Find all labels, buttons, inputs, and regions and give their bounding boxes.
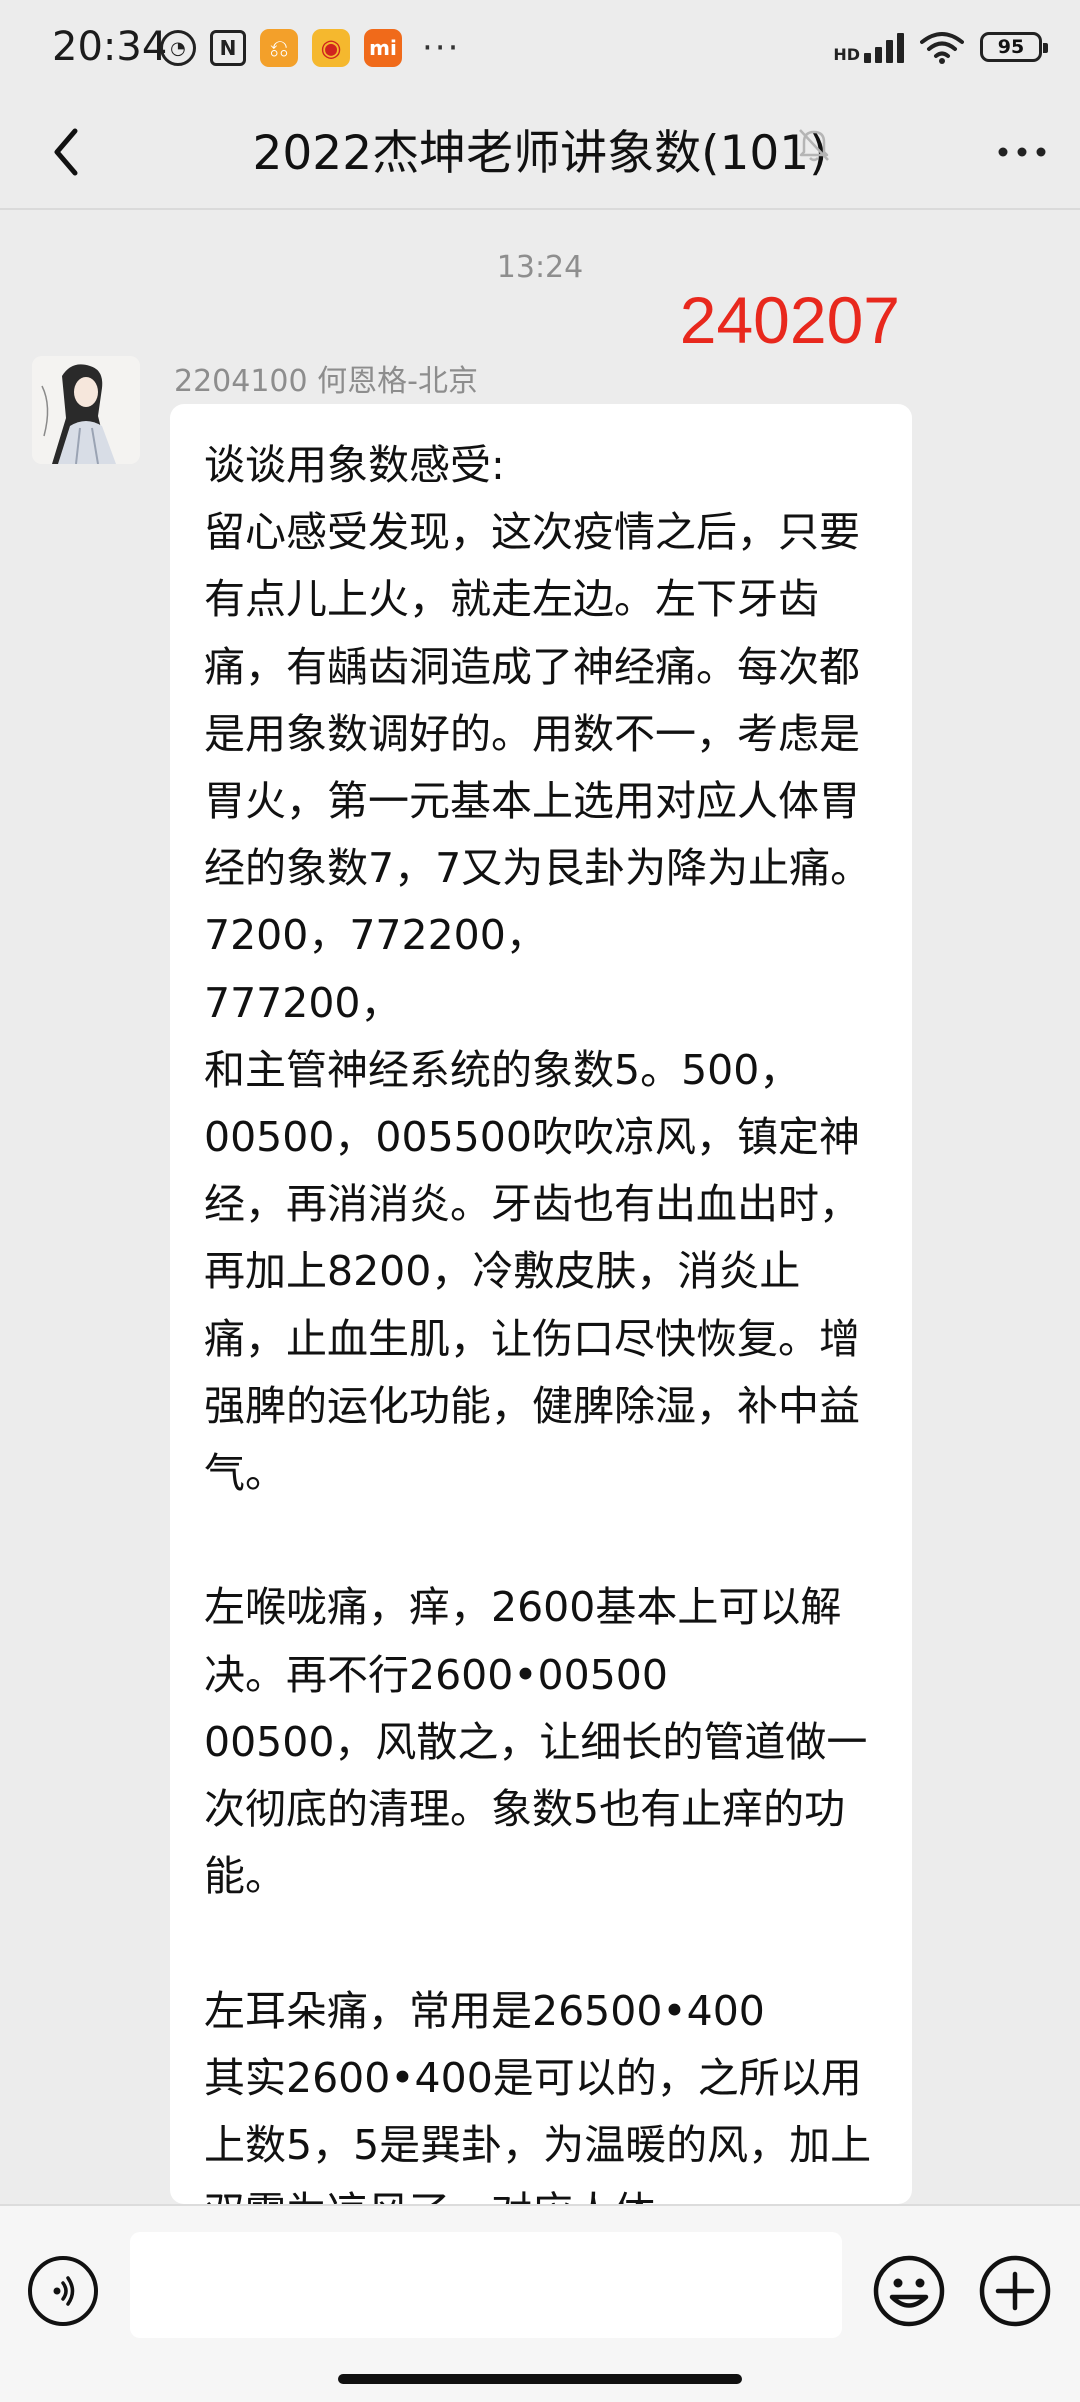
message-paragraph: 左耳朵痛，常用是26500•400 其实2600•400是可以的，之所以用上数5… bbox=[204, 1986, 872, 2204]
more-functions-button[interactable] bbox=[978, 2254, 1052, 2328]
wifi-icon bbox=[920, 32, 964, 64]
message-paragraph: 左喉咙痛，痒，2600基本上可以解决。再不行2600•00500 00500，风… bbox=[204, 1583, 868, 1901]
voice-button[interactable] bbox=[28, 2256, 98, 2326]
avatar[interactable] bbox=[32, 356, 140, 464]
message-timestamp: 13:24 bbox=[496, 250, 584, 285]
emoji-button[interactable] bbox=[872, 2254, 946, 2328]
weibo-icon: ◉ bbox=[312, 29, 350, 67]
avatar-illustration bbox=[32, 356, 140, 464]
emoji-icon bbox=[873, 2255, 945, 2327]
chat-header: 2022杰坤老师讲象数(101) bbox=[0, 100, 1080, 210]
input-bar bbox=[0, 2204, 1080, 2402]
voice-icon bbox=[53, 2276, 75, 2306]
plus-icon bbox=[979, 2255, 1051, 2327]
more-icon bbox=[998, 147, 1046, 157]
overlay-annotation-number: 240207 bbox=[679, 283, 900, 357]
home-indicator[interactable] bbox=[338, 2374, 742, 2384]
chat-title: 2022杰坤老师讲象数(101) bbox=[252, 126, 828, 181]
sender-name: 2204100 何恩格-北京 bbox=[174, 364, 478, 399]
status-time: 20:34 bbox=[52, 24, 168, 70]
battery-icon: 95 bbox=[980, 32, 1048, 62]
message-paragraph: 谈谈用象数感受: 留心感受发现，这次疫情之后，只要有点儿上火，就走左边。左下牙齿… bbox=[204, 441, 872, 1498]
mi-icon: mi bbox=[364, 29, 402, 67]
more-button[interactable] bbox=[992, 122, 1052, 182]
more-notifications-icon: ··· bbox=[422, 28, 461, 68]
network-type-label: HD bbox=[833, 45, 860, 64]
signal-icon: HD bbox=[833, 31, 904, 63]
status-notification-icons: ◔ N ⎌ ◉ mi ··· bbox=[160, 28, 460, 68]
nfc-icon: N bbox=[210, 30, 246, 66]
status-system-icons: HD 95 bbox=[833, 30, 1048, 64]
message-input[interactable] bbox=[130, 2232, 842, 2338]
status-bar: 20:34 ◔ N ⎌ ◉ mi ··· HD 95 bbox=[0, 0, 1080, 100]
alarm-icon: ◔ bbox=[160, 30, 196, 66]
mute-bell-icon bbox=[799, 129, 829, 162]
app-notification-icon: ⎌ bbox=[260, 29, 298, 67]
message-bubble[interactable]: 谈谈用象数感受: 留心感受发现，这次疫情之后，只要有点儿上火，就走左边。左下牙齿… bbox=[170, 404, 912, 2204]
